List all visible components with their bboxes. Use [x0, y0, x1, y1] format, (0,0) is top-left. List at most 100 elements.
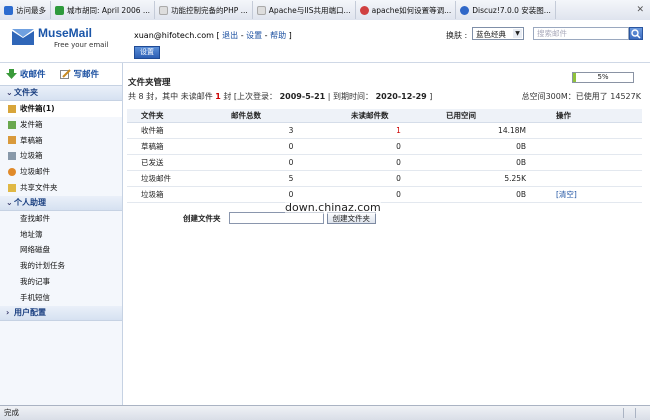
tab-most-visited[interactable]: 访问最多	[0, 1, 51, 19]
create-folder-label: 创建文件夹	[183, 213, 221, 223]
tab-php[interactable]: 功能控制完备的PHP ...	[155, 1, 253, 19]
col-size: 已用空间	[446, 109, 530, 123]
settings-link[interactable]: 设置	[246, 31, 262, 40]
page-icon	[256, 5, 266, 15]
cell-total: 5	[231, 170, 351, 187]
spam-icon	[8, 168, 16, 177]
cell-unread: 1	[351, 122, 446, 139]
table-row: 收件箱 3 1 14.18M	[127, 122, 642, 139]
sidebar-item-find-mail[interactable]: 查找邮件	[0, 211, 122, 227]
sidebar-item-inbox[interactable]: 收件箱(1)	[0, 101, 122, 117]
progress-text: 5%	[597, 73, 609, 81]
logout-link[interactable]: 退出	[222, 31, 238, 40]
status-panel	[623, 408, 634, 418]
site-icon	[55, 5, 64, 15]
skin-label: 换肤 :	[446, 31, 468, 40]
chevron-down-icon: ⌄	[6, 197, 13, 207]
cell-action	[530, 170, 642, 187]
compose-mail-button[interactable]: 写邮件	[59, 68, 99, 80]
musemail-logo-icon	[12, 29, 34, 45]
search-icon	[631, 29, 641, 39]
sidebar-item-tasks[interactable]: 我的计划任务	[0, 258, 122, 274]
tab-apache-settings[interactable]: apache如何设置等调...	[356, 1, 457, 19]
cell-unread: 0	[351, 170, 446, 187]
cell-folder[interactable]: 已发送	[127, 154, 231, 171]
tab-city-hutong[interactable]: 城市胡同: April 2006 ...	[51, 1, 156, 19]
help-link[interactable]: 帮助	[270, 31, 286, 40]
cell-folder[interactable]: 收件箱	[127, 122, 231, 139]
mail-stats: 共 8 封，其中 未读邮件 1 封 [上次登录： 2009-5-21 | 到期时…	[128, 92, 433, 101]
col-total: 邮件总数	[231, 109, 351, 123]
col-unread: 未读邮件数	[351, 109, 446, 123]
logo-subtitle: Free your email	[54, 41, 109, 49]
sidebar-item-trash[interactable]: 垃圾箱	[0, 148, 122, 164]
site-icon	[359, 5, 369, 15]
sidebar-item-shared[interactable]: 共享文件夹	[0, 180, 122, 196]
sidebar-item-notes[interactable]: 我的记事	[0, 274, 122, 290]
search-button[interactable]	[629, 27, 643, 40]
shared-folder-icon	[8, 183, 16, 192]
chevron-down-icon: ▼	[513, 29, 522, 38]
col-folder: 文件夹	[127, 109, 231, 123]
cell-total: 0	[231, 138, 351, 155]
chevron-right-icon: ›	[6, 307, 10, 317]
table-row: 已发送 0 0 0B	[127, 154, 642, 171]
compose-icon	[59, 69, 71, 79]
browser-tab-bar: 访问最多 城市胡同: April 2006 ... 功能控制完备的PHP ...…	[0, 0, 650, 21]
cell-size: 14.18M	[446, 122, 530, 139]
receive-mail-button[interactable]: 收邮件	[6, 68, 46, 80]
cell-size: 0B	[446, 154, 530, 171]
watermark: down.chinaz.com	[285, 201, 381, 214]
cell-action	[530, 138, 642, 155]
tab-apache-iis[interactable]: Apache与IIS共用端口...	[253, 1, 356, 19]
sidebar-item-drafts[interactable]: 草稿箱	[0, 133, 122, 149]
cell-total: 3	[231, 122, 351, 139]
settings-button[interactable]: 设置	[134, 46, 160, 59]
unread-count: 1	[215, 92, 221, 101]
skin-select[interactable]: 蓝色经典 ▼	[472, 27, 524, 40]
inbox-icon	[8, 104, 16, 113]
table-row: 垃圾箱 0 0 0B [清空]	[127, 186, 642, 203]
expire-date: 2020-12-29	[375, 92, 427, 101]
table-header-row: 文件夹 邮件总数 未读邮件数 已用空间 操作	[127, 109, 642, 123]
sidebar-item-sms[interactable]: 手机短信	[0, 290, 122, 306]
cell-unread: 0	[351, 138, 446, 155]
status-bar: 完成	[0, 405, 650, 420]
logo-title: MuseMail	[38, 26, 93, 40]
col-action: 操作	[530, 109, 642, 123]
cell-unread: 0	[351, 154, 446, 171]
refresh-icon	[460, 5, 470, 15]
cell-size: 0B	[446, 186, 530, 203]
cell-folder[interactable]: 垃圾邮件	[127, 170, 231, 187]
quota-text: 总空间300M：已使用了 14527K	[521, 92, 641, 101]
folder-table: 文件夹 邮件总数 未读邮件数 已用空间 操作 收件箱 3 1 14.18M 草稿…	[127, 109, 642, 203]
sidebar-item-outbox[interactable]: 发件箱	[0, 117, 122, 133]
cell-action	[530, 122, 642, 139]
sidebar-item-netdisk[interactable]: 网络磁盘	[0, 242, 122, 258]
user-email: xuan@hifotech.com	[134, 31, 214, 40]
cell-size: 5.25K	[446, 170, 530, 187]
search-input[interactable]: 搜索邮件	[533, 27, 629, 40]
table-row: 草稿箱 0 0 0B	[127, 138, 642, 155]
drafts-icon	[8, 136, 16, 145]
cell-total: 0	[231, 154, 351, 171]
sidebar-item-address-book[interactable]: 地址簿	[0, 227, 122, 243]
page-title: 文件夹管理	[128, 78, 171, 88]
outbox-icon	[8, 120, 16, 129]
empty-trash-link[interactable]: [清空]	[530, 186, 642, 203]
config-section-header[interactable]: › 用户配置	[0, 305, 122, 321]
table-row: 垃圾邮件 5 0 5.25K	[127, 170, 642, 187]
trash-icon	[8, 152, 16, 161]
tab-discuz[interactable]: Discuz!7.0.0 安装图...	[456, 1, 556, 19]
cell-action	[530, 154, 642, 171]
chevron-down-icon: ⌄	[6, 88, 13, 97]
sidebar: 收邮件 写邮件 ⌄文件夹 收件箱(1) 发件箱 草稿箱 垃圾箱 垃圾邮件 共享文…	[0, 63, 123, 405]
user-line: xuan@hifotech.com [ 退出 - 设置 - 帮助 ]	[134, 31, 292, 40]
sidebar-item-spam[interactable]: 垃圾邮件	[0, 164, 122, 180]
folders-section-header[interactable]: ⌄文件夹	[0, 86, 122, 101]
cell-folder[interactable]: 垃圾箱	[127, 186, 231, 203]
cell-folder[interactable]: 草稿箱	[127, 138, 231, 155]
close-tab-icon[interactable]: ✕	[636, 5, 644, 15]
assistant-section-header[interactable]: ⌄个人助理	[0, 195, 122, 211]
quota-progress-bar: 5%	[572, 72, 634, 83]
